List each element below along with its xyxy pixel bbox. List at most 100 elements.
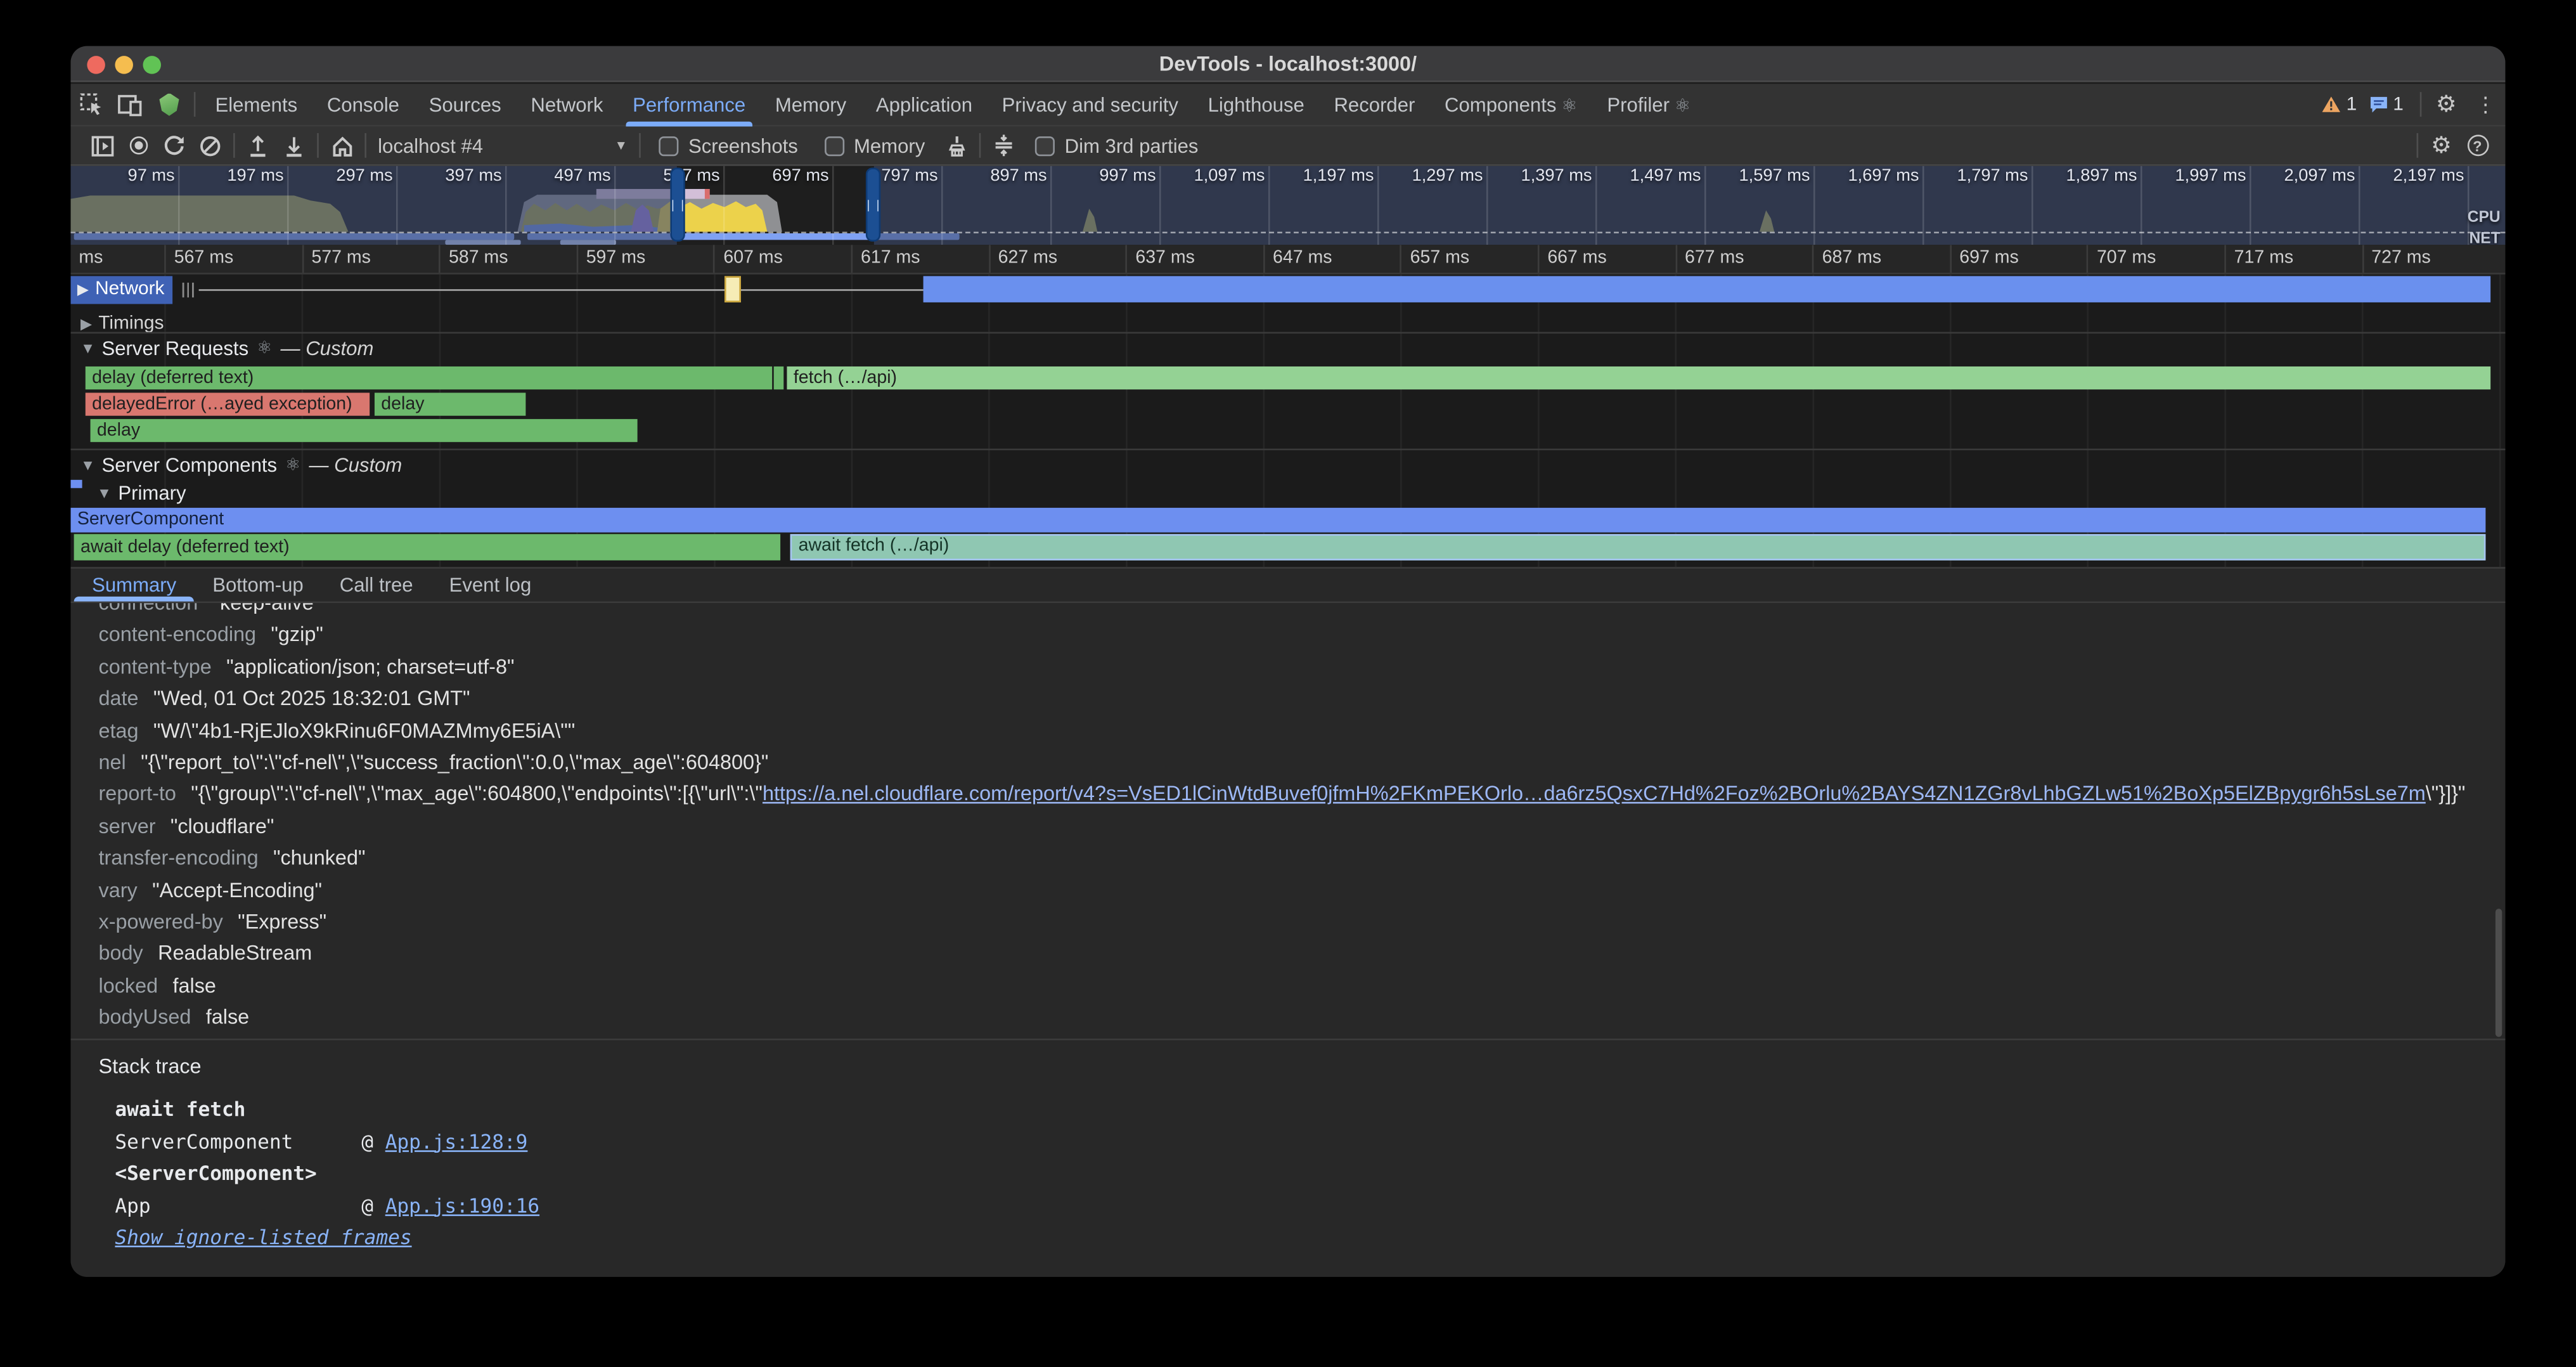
window-title: DevTools - localhost:3000/ xyxy=(70,53,2505,75)
span-fetch-api[interactable]: fetch (…/api) xyxy=(787,366,2490,389)
ruler-tick-label: 727 ms xyxy=(2362,245,2499,273)
header-row: lockedfalse xyxy=(99,971,2506,1002)
clear-button[interactable] xyxy=(192,127,228,164)
span-delay-3[interactable]: delay xyxy=(91,419,638,442)
tab-components[interactable]: Components⚛ xyxy=(1430,83,1592,126)
summary-pane[interactable]: connection"keep-alive" content-encoding"… xyxy=(70,603,2505,1039)
divider xyxy=(979,133,981,158)
server-requests-header[interactable]: ▼ Server Requests ⚛ — Custom xyxy=(80,337,373,360)
memory-checkbox[interactable]: Memory xyxy=(824,134,925,157)
stack-frame: <ServerComponent> xyxy=(115,1158,2505,1191)
tab-network[interactable]: Network xyxy=(516,83,618,126)
ruler-tick-label: 607 ms xyxy=(714,245,851,273)
span-delay-deferred[interactable]: delay (deferred text) xyxy=(86,366,772,389)
issues-badge[interactable]: 1 xyxy=(2368,94,2403,114)
network-request-long[interactable] xyxy=(924,276,2491,302)
divider xyxy=(639,133,641,158)
tab-console[interactable]: Console xyxy=(312,83,415,126)
tab-summary[interactable]: Summary xyxy=(74,569,195,602)
performance-toolbar: localhost #4 ▼ Screenshots Memory xyxy=(70,127,2505,166)
help-icon[interactable]: ? xyxy=(2459,127,2496,164)
tab-profiler[interactable]: Profiler⚛ xyxy=(1592,83,1706,126)
header-row: date"Wed, 01 Oct 2025 18:32:01 GMT" xyxy=(99,684,2506,716)
span-server-component[interactable]: ServerComponent xyxy=(70,508,2485,533)
react-atom-icon: ⚛ xyxy=(285,455,300,475)
tab-memory[interactable]: Memory xyxy=(761,83,861,126)
vertical-scrollbar-thumb[interactable] xyxy=(2496,909,2502,1037)
save-profile-icon[interactable] xyxy=(276,127,312,164)
screenshots-checkbox[interactable]: Screenshots xyxy=(659,134,798,157)
panel-settings-gear-icon[interactable]: ⚙ xyxy=(2423,127,2459,164)
source-link[interactable]: App.js:190:16 xyxy=(385,1194,539,1217)
network-request-short[interactable] xyxy=(724,276,741,302)
selection-handle-left[interactable]: ❘❘ xyxy=(670,167,685,242)
tab-sources[interactable]: Sources xyxy=(414,83,516,126)
stack-trace-section: Stack trace await fetch ServerComponent@… xyxy=(70,1039,2505,1277)
overview-tick-label: 1,797 ms xyxy=(1924,166,2033,188)
tab-application[interactable]: Application xyxy=(861,83,988,126)
collapse-triangle-icon: ▼ xyxy=(97,485,112,502)
settings-gear-icon[interactable]: ⚙ xyxy=(2426,84,2466,124)
network-baseline xyxy=(199,288,924,291)
timeline-overview[interactable]: 97 ms197 ms297 ms397 ms497 ms597 ms697 m… xyxy=(70,166,2505,245)
selection-handle-right[interactable]: ❘❘ xyxy=(866,167,880,242)
load-profile-icon[interactable] xyxy=(240,127,276,164)
home-icon[interactable] xyxy=(324,127,360,164)
checkbox-box xyxy=(659,136,678,155)
ruler-tick-label: 627 ms xyxy=(988,245,1126,273)
stack-frame: App@ App.js:190:16 xyxy=(115,1191,2505,1223)
history-select[interactable]: localhost #4 ▼ xyxy=(371,134,634,157)
tab-call-tree[interactable]: Call tree xyxy=(321,569,431,602)
overview-tick-label: 1,997 ms xyxy=(2142,166,2251,188)
tab-bottom-up[interactable]: Bottom-up xyxy=(195,569,322,602)
stack-frame: Show ignore-listed frames xyxy=(115,1222,2505,1255)
span-delayed-error[interactable]: delayedError (…ayed exception) xyxy=(86,392,370,415)
span-await-fetch-selected[interactable]: await fetch (…/api) xyxy=(790,534,2486,560)
overview-tick-label: 797 ms xyxy=(834,166,943,188)
tab-performance[interactable]: Performance xyxy=(618,83,761,126)
extension-icon[interactable] xyxy=(150,84,189,124)
warnings-badge[interactable]: 1 xyxy=(2322,94,2357,114)
kebab-menu-icon[interactable]: ⋮ xyxy=(2466,84,2505,124)
toggle-sidebar-icon[interactable] xyxy=(84,127,120,164)
green-gem-icon xyxy=(159,93,179,115)
tab-privacy-security[interactable]: Privacy and security xyxy=(987,83,1193,126)
record-button[interactable] xyxy=(120,127,156,164)
primary-group-header[interactable]: ▼ Primary xyxy=(97,481,186,504)
span-delay-cap[interactable] xyxy=(774,366,784,389)
server-components-header[interactable]: ▼ Server Components ⚛ — Custom xyxy=(80,453,402,476)
cpu-lane-label: CPU xyxy=(2468,209,2501,227)
collapse-triangle-icon: ▼ xyxy=(80,340,95,357)
report-endpoint-link[interactable]: https://a.nel.cloudflare.com/report/v4?s… xyxy=(763,783,2426,806)
ruler-tick-label: 677 ms xyxy=(1675,245,1812,273)
reload-and-record-button[interactable] xyxy=(156,127,192,164)
tab-event-log[interactable]: Event log xyxy=(431,569,550,602)
overview-tick-label: 297 ms xyxy=(288,166,397,188)
source-link[interactable]: App.js:128:9 xyxy=(385,1130,528,1153)
divider xyxy=(194,92,196,117)
divider xyxy=(364,133,366,158)
header-row: server"cloudflare" xyxy=(99,812,2506,843)
span-delay-2[interactable]: delay xyxy=(375,392,525,415)
track-drag-handle[interactable] xyxy=(183,283,194,297)
inspect-element-icon[interactable] xyxy=(70,84,110,124)
react-atom-icon: ⚛ xyxy=(257,339,272,358)
dim-3rd-parties-checkbox[interactable]: Dim 3rd parties xyxy=(1035,134,1199,157)
cpu-net-divider xyxy=(70,231,2505,233)
network-track[interactable]: ▶Network xyxy=(70,275,2505,304)
timings-track[interactable]: ▶Timings xyxy=(70,304,2505,332)
garbage-collect-icon[interactable] xyxy=(938,127,974,164)
network-track-label[interactable]: ▶Network xyxy=(70,276,172,304)
tab-recorder[interactable]: Recorder xyxy=(1319,83,1430,126)
span-await-delay[interactable]: await delay (deferred text) xyxy=(74,534,780,560)
tab-lighthouse[interactable]: Lighthouse xyxy=(1193,83,1319,126)
device-toolbar-icon[interactable] xyxy=(110,84,150,124)
ruler-tick-label: 597 ms xyxy=(576,245,714,273)
collapse-tracks-icon[interactable] xyxy=(986,127,1022,164)
ruler-tick-label: 577 ms xyxy=(302,245,439,273)
chevron-down-icon: ▼ xyxy=(615,138,628,153)
timeline-tracks[interactable]: ▶Network ▶Timings ▼ Server Requests ⚛ — … xyxy=(70,275,2505,567)
header-row: content-type"application/json; charset=u… xyxy=(99,652,2506,684)
show-ignore-listed-frames-link[interactable]: Show ignore-listed frames xyxy=(115,1226,411,1248)
tab-elements[interactable]: Elements xyxy=(200,83,312,126)
